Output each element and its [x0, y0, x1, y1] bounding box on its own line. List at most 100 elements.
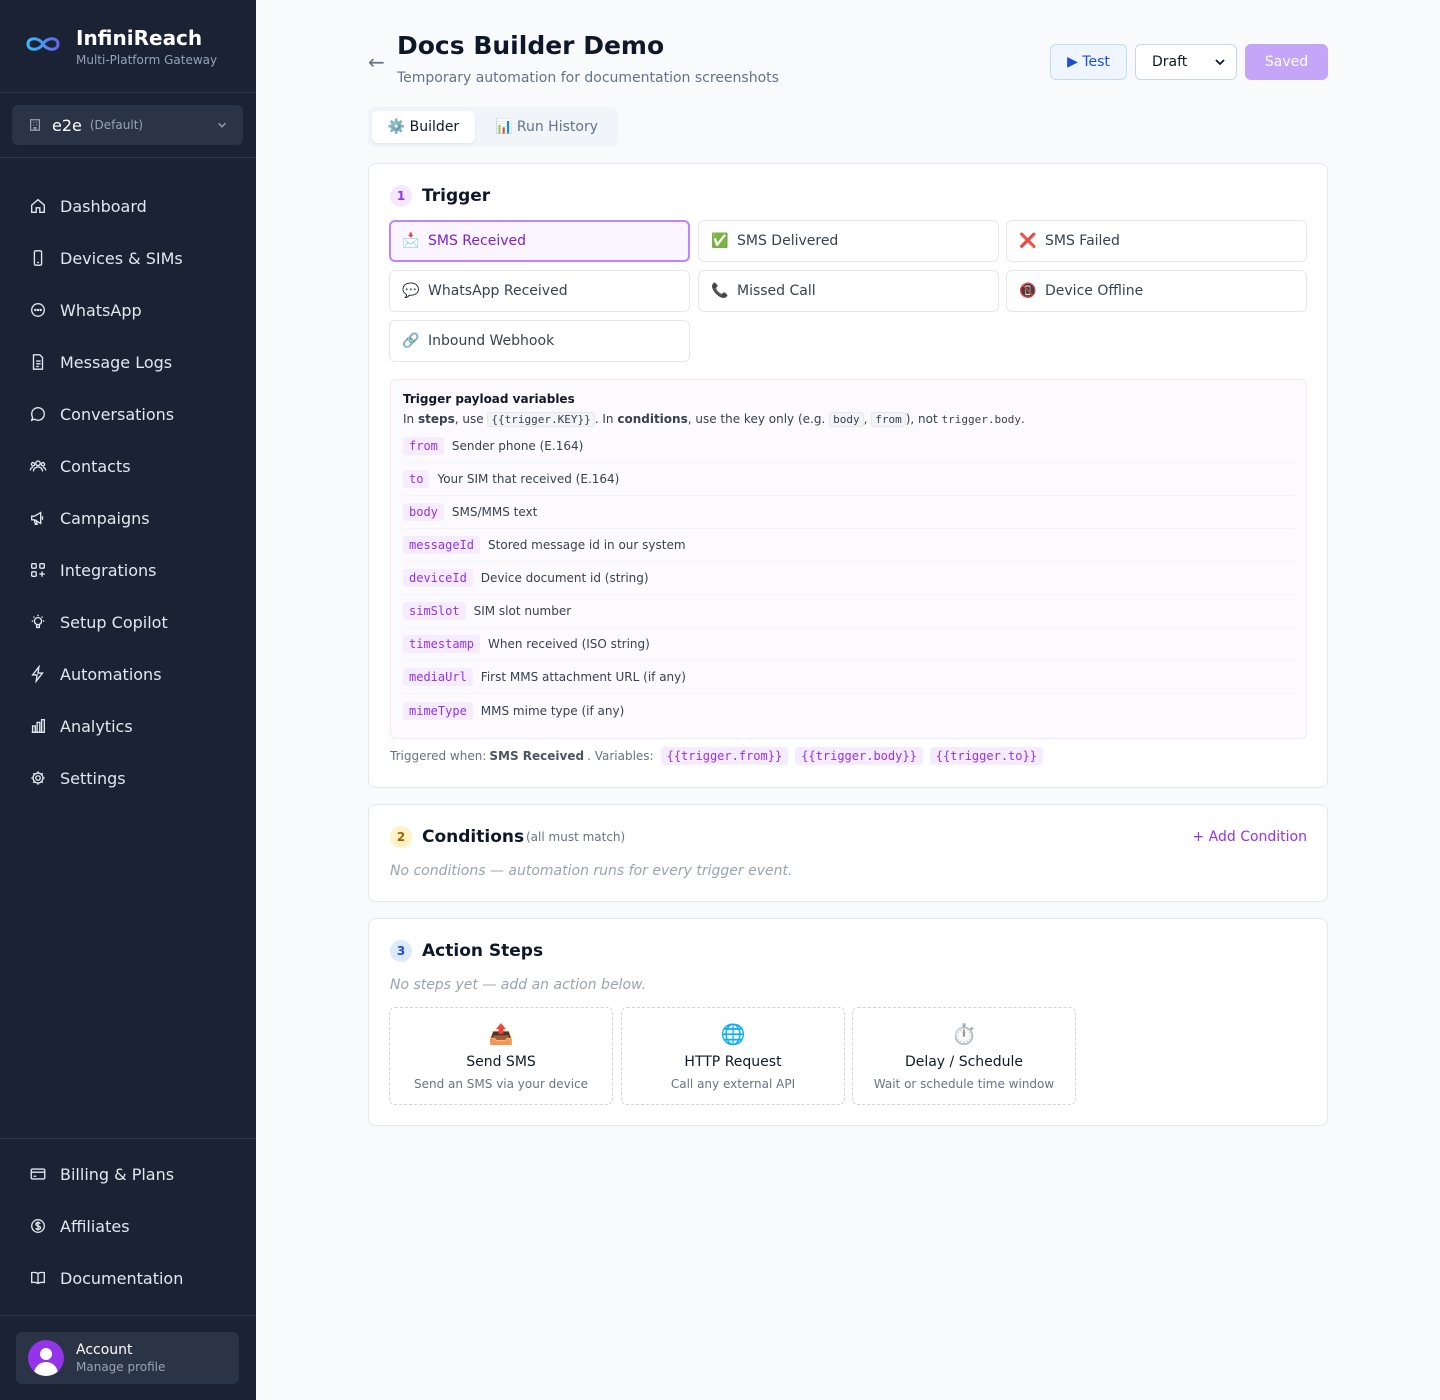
nav-item-whatsapp[interactable]: WhatsApp — [0, 284, 256, 336]
book-icon — [31, 1271, 45, 1285]
avatar — [28, 1340, 64, 1376]
variable-key: to — [403, 470, 430, 488]
building-icon — [30, 119, 40, 131]
add-condition-button[interactable]: + Add Condition — [1192, 829, 1307, 845]
action-steps-card: 3 Action Steps No steps yet — add an act… — [368, 918, 1328, 1126]
triggered-event: SMS Received — [489, 749, 585, 763]
help-bold-conditions: conditions — [617, 412, 688, 426]
trigger-option-sms-delivered[interactable]: ✅ SMS Delivered — [698, 220, 999, 262]
trigger-option-device-offline[interactable]: 📵 Device Offline — [1006, 270, 1307, 312]
conditions-empty-note: No conditions — automation runs for ever… — [390, 863, 793, 879]
nav-item-setup-copilot[interactable]: Setup Copilot — [0, 596, 256, 648]
workspace-tag: (Default) — [89, 118, 144, 132]
phone-icon — [33, 250, 43, 266]
bottom-nav: Billing & Plans Affiliates Documentation — [0, 1148, 256, 1304]
variable-chip[interactable]: {{trigger.body}} — [795, 747, 923, 765]
trigger-option-sms-received[interactable]: 📩 SMS Received — [389, 220, 690, 262]
nav-item-affiliates[interactable]: Affiliates — [0, 1200, 256, 1252]
variable-key: simSlot — [403, 602, 466, 620]
telephone-icon: 📞 — [711, 283, 729, 299]
trigger-option-missed-call[interactable]: 📞 Missed Call — [698, 270, 999, 312]
saved-button[interactable]: Saved — [1245, 44, 1328, 80]
trigger-option-label: SMS Failed — [1045, 233, 1120, 249]
nav-label: WhatsApp — [60, 300, 142, 320]
step-number: 1 — [390, 185, 412, 207]
payload-title: Trigger payload variables — [403, 392, 575, 406]
help-text: In — [403, 412, 418, 426]
variable-chip[interactable]: {{trigger.to}} — [929, 747, 1043, 765]
megaphone-icon — [31, 511, 44, 525]
account-name: Account — [76, 1342, 133, 1358]
trigger-option-whatsapp-received[interactable]: 💬 WhatsApp Received — [389, 270, 690, 312]
triggered-vars-label: . Variables: — [587, 749, 654, 763]
trigger-card: 1 Trigger 📩 SMS Received ✅ SMS Delivered… — [368, 163, 1328, 788]
action-steps-empty-note: No steps yet — add an action below. — [390, 977, 647, 993]
nav-item-analytics[interactable]: Analytics — [0, 700, 256, 752]
nav-item-settings[interactable]: Settings — [0, 752, 256, 804]
trigger-option-sms-failed[interactable]: ❌ SMS Failed — [1006, 220, 1307, 262]
nav-item-message-logs[interactable]: Message Logs — [0, 336, 256, 388]
brand-name: InfiniReach — [76, 26, 203, 50]
help-bold-steps: steps — [417, 412, 455, 426]
step-number: 2 — [390, 826, 412, 848]
triggered-prefix: Triggered when: — [390, 749, 487, 763]
variable-key: from — [403, 437, 444, 455]
account-button[interactable]: Account Manage profile — [16, 1332, 239, 1384]
infinity-logo-icon — [26, 37, 60, 51]
main-content: ← Docs Builder Demo Temporary automation… — [256, 0, 1440, 1400]
variable-chip[interactable]: {{trigger.from}} — [660, 747, 789, 765]
credit-card-icon — [30, 1168, 46, 1180]
brand[interactable]: InfiniReach Multi-Platform Gateway — [24, 26, 217, 67]
conditions-hint: (all must match) — [526, 830, 626, 844]
nav-item-automations[interactable]: Automations — [0, 648, 256, 700]
stopwatch-icon: ⏱️ — [951, 1022, 977, 1046]
trigger-option-inbound-webhook[interactable]: 🔗 Inbound Webhook — [389, 320, 690, 362]
no-phone-icon: 📵 — [1019, 283, 1037, 299]
back-arrow-icon[interactable]: ← — [368, 50, 385, 74]
workspace-name: e2e — [52, 115, 82, 135]
nav-label: Integrations — [60, 560, 157, 580]
globe-icon: 🌐 — [720, 1022, 746, 1046]
status-select[interactable]: Draft — [1135, 44, 1237, 80]
nav-item-devices[interactable]: Devices & SIMs — [0, 232, 256, 284]
nav-item-campaigns[interactable]: Campaigns — [0, 492, 256, 544]
nav-item-integrations[interactable]: Integrations — [0, 544, 256, 596]
variable-key: mimeType — [403, 701, 473, 720]
test-button[interactable]: ▶ Test — [1050, 44, 1127, 80]
gear-icon — [31, 771, 45, 785]
link-icon: 🔗 — [402, 333, 420, 349]
divider — [0, 157, 256, 158]
dollar-circle-icon — [31, 1219, 45, 1233]
add-action-http-request[interactable]: 🌐 HTTP Request Call any external API — [621, 1007, 845, 1105]
add-action-send-sms[interactable]: 📤 Send SMS Send an SMS via your device — [389, 1007, 613, 1105]
nav-item-documentation[interactable]: Documentation — [0, 1252, 256, 1304]
help-code: from — [871, 412, 906, 427]
bolt-icon — [31, 665, 44, 683]
variable-key: deviceId — [403, 569, 473, 587]
nav-item-contacts[interactable]: Contacts — [0, 440, 256, 492]
nav-item-billing[interactable]: Billing & Plans — [0, 1148, 256, 1200]
tab-builder[interactable]: ⚙️ Builder — [372, 111, 475, 143]
nav-item-conversations[interactable]: Conversations — [0, 388, 256, 440]
nav-item-dashboard[interactable]: Dashboard — [0, 180, 256, 232]
lightbulb-icon — [31, 614, 45, 629]
variable-desc: Stored message id in our system — [488, 538, 686, 552]
action-desc: Call any external API — [670, 1077, 796, 1091]
workspace-selector[interactable]: e2e (Default) — [12, 105, 243, 145]
variable-key: body — [403, 503, 444, 521]
nav-label: Devices & SIMs — [60, 248, 183, 268]
variable-key: timestamp — [403, 635, 481, 653]
help-code: body — [829, 412, 864, 427]
add-action-delay-schedule[interactable]: ⏱️ Delay / Schedule Wait or schedule tim… — [852, 1007, 1076, 1105]
main-nav: Dashboard Devices & SIMs WhatsApp Messag… — [0, 180, 256, 804]
trigger-option-label: SMS Received — [428, 233, 526, 249]
divider — [0, 1315, 256, 1316]
variable-desc: MMS mime type (if any) — [480, 703, 625, 718]
tab-run-history[interactable]: 📊 Run History — [479, 111, 614, 143]
trigger-option-label: Missed Call — [737, 283, 816, 299]
variable-desc: First MMS attachment URL (if any) — [480, 670, 686, 684]
variable-desc: SMS/MMS text — [451, 505, 538, 519]
speech-bubble-icon: 💬 — [402, 283, 420, 299]
variable-desc: When received (ISO string) — [488, 637, 650, 651]
variable-row: messageId Stored message id in our system — [403, 529, 1295, 562]
